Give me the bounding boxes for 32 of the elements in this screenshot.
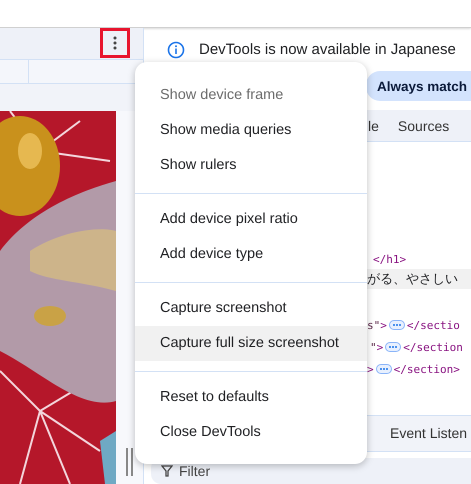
expand-icon[interactable] — [385, 342, 402, 352]
resize-handle[interactable] — [126, 448, 133, 476]
filter-input[interactable]: Filter — [179, 463, 379, 479]
panel-tab[interactable]: le — [368, 118, 379, 134]
more-icon — [113, 36, 117, 50]
menu-item[interactable]: Show media queries — [135, 113, 367, 148]
menu-item[interactable]: Show rulers — [135, 148, 367, 183]
attribute-value: s" — [367, 318, 380, 332]
menu-item[interactable]: Capture screenshot — [135, 291, 367, 326]
html-tag: </sectio — [406, 318, 460, 332]
html-tag: > — [376, 340, 384, 354]
menu-item[interactable]: Reset to defaults — [135, 380, 367, 415]
expand-icon[interactable] — [376, 364, 392, 374]
html-tag: > — [380, 318, 387, 332]
always-match-button[interactable]: Always match — [366, 71, 471, 102]
html-tag: </section> — [394, 362, 460, 376]
menu-item[interactable]: Add device pixel ratio — [135, 202, 367, 237]
code-text: がる、やさしい — [367, 271, 458, 288]
info-message: DevTools is now available in Japanese — [199, 41, 456, 58]
menu-item[interactable]: Add device type — [135, 237, 367, 272]
filter-icon — [161, 465, 173, 477]
expand-icon[interactable] — [388, 320, 405, 330]
panel-tab[interactable]: Event Listen — [390, 425, 468, 442]
menu-item[interactable]: Close DevTools — [135, 415, 367, 450]
attribute-value: " — [370, 340, 377, 354]
html-tag: </h1> — [373, 252, 406, 266]
panel-tab[interactable]: Sources — [398, 118, 450, 134]
more-options-button[interactable] — [100, 28, 130, 58]
html-tag: </section — [403, 340, 463, 354]
menu-item[interactable]: Capture full size screenshot — [135, 326, 367, 361]
info-icon — [167, 40, 185, 59]
html-tag: > — [367, 362, 374, 376]
